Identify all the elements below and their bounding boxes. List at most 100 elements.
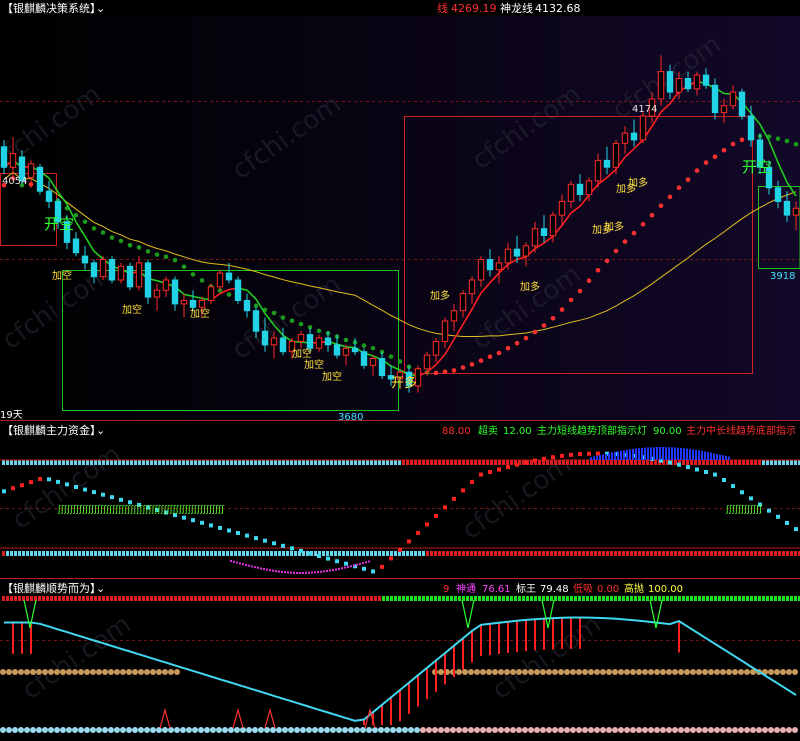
trend-bar (570, 617, 572, 649)
band-bottom-cell (686, 551, 689, 556)
band-bottom-cell (254, 551, 257, 556)
band-top-cell (742, 460, 745, 465)
trend-dot (370, 345, 376, 351)
flow-point (506, 465, 510, 470)
top-arc-bar (620, 450, 622, 460)
tan-bead (786, 669, 792, 675)
band-top-cell (38, 460, 41, 465)
band-bottom-cell (662, 551, 665, 556)
band-top-cell (458, 460, 461, 465)
band-bottom-cell (642, 551, 645, 556)
band-bottom-cell (486, 551, 489, 556)
band-bottom-cell (22, 551, 25, 556)
band-top-cell (282, 460, 285, 465)
trend-band-cell (750, 596, 753, 601)
bottom-dip-point (350, 565, 352, 568)
bottom-bead (684, 727, 690, 733)
candle-body (270, 337, 278, 346)
bottom-dip-point (236, 561, 238, 564)
trend-band-cell (214, 596, 217, 601)
band-top-cell (54, 460, 57, 465)
tan-bead (636, 669, 642, 675)
trend-dot (739, 137, 745, 143)
candle-body (378, 358, 386, 377)
band-top-cell (134, 460, 137, 465)
bottom-bead (474, 727, 480, 733)
band-bottom-cell (210, 551, 213, 556)
tan-bead (462, 669, 468, 675)
panel-title-trend[interactable]: 【银麒麟顺势而为】 (2, 581, 101, 595)
trend-band-cell (78, 596, 81, 601)
band-top-cell (726, 460, 729, 465)
flow-point (443, 505, 447, 510)
band-top-cell (314, 460, 317, 465)
flow-point (308, 551, 312, 556)
trend-dot (775, 136, 781, 141)
band-bottom-cell (514, 551, 517, 556)
bottom-bead (570, 727, 576, 733)
candle-body (342, 347, 350, 356)
header-capital: 【银麒麟主力资金】 ⌄ 88.00 超卖 12.00 主力短线趋势顶部指示灯 9… (0, 422, 800, 437)
band-top-cell (450, 460, 453, 465)
panel-title-capital[interactable]: 【银麒麟主力资金】 (2, 423, 101, 437)
bottom-bead (330, 727, 336, 733)
top-arc-bar (665, 447, 667, 460)
flow-point (362, 566, 366, 571)
bottom-bead (324, 727, 330, 733)
chevron-down-icon[interactable]: ⌄ (96, 582, 105, 595)
band-top-cell (94, 460, 97, 465)
tan-bead (696, 669, 702, 675)
trend-band-cell (786, 596, 789, 601)
tan-bead (6, 669, 12, 675)
flow-point (488, 470, 492, 474)
stat-value: 0.00 (597, 584, 619, 595)
tan-bead (630, 669, 636, 675)
bottom-bead (108, 727, 114, 733)
bottom-bead (198, 727, 204, 733)
band-top-cell (18, 460, 21, 465)
top-arc-bar (674, 447, 676, 460)
candle-body (225, 272, 233, 281)
trend-band-cell (90, 596, 93, 601)
tan-bead (36, 669, 42, 675)
trend-band-cell (106, 596, 109, 601)
band-bottom-cell (558, 551, 561, 556)
trend-band-cell (458, 596, 461, 601)
bottom-bead (12, 727, 18, 733)
bottom-bead (600, 727, 606, 733)
trend-dot (487, 354, 493, 360)
bottom-bead (30, 727, 36, 733)
trend-band-cell (710, 596, 713, 601)
stat-label: 标王 (516, 583, 536, 595)
band-top-cell (146, 460, 149, 465)
trend-dot (127, 242, 133, 248)
band-top-cell (414, 460, 417, 465)
band-top-cell (562, 460, 565, 465)
bottom-dip-point (308, 571, 310, 574)
band-top-cell (310, 460, 313, 465)
bottom-bead (252, 727, 258, 733)
tan-bead (600, 669, 606, 675)
trend-band-cell (558, 596, 561, 601)
stat-value: 76.61 (482, 584, 511, 595)
bottom-bead (390, 727, 396, 733)
trend-bar (579, 617, 581, 649)
trend-band-cell (134, 596, 137, 601)
band-bottom-cell (6, 551, 9, 556)
bottom-bead (756, 727, 762, 733)
band-bottom-cell (18, 551, 21, 556)
chevron-down-icon[interactable]: ⌄ (96, 424, 105, 437)
band-bottom-cell (606, 551, 609, 556)
bottom-dip-point (272, 569, 274, 572)
panel-title-main[interactable]: 【银麒麟决策系统】 (2, 1, 101, 15)
band-bottom-cell (670, 551, 673, 556)
tan-bead (156, 669, 162, 675)
candle-body (315, 337, 323, 349)
top-arc-bar (638, 448, 640, 460)
band-top-cell (398, 460, 401, 465)
band-bottom-cell (610, 551, 613, 556)
trend-band-cell (434, 596, 437, 601)
bottom-dip-point (344, 566, 346, 569)
chevron-down-icon[interactable]: ⌄ (96, 2, 105, 15)
top-arc-bar (695, 449, 697, 460)
